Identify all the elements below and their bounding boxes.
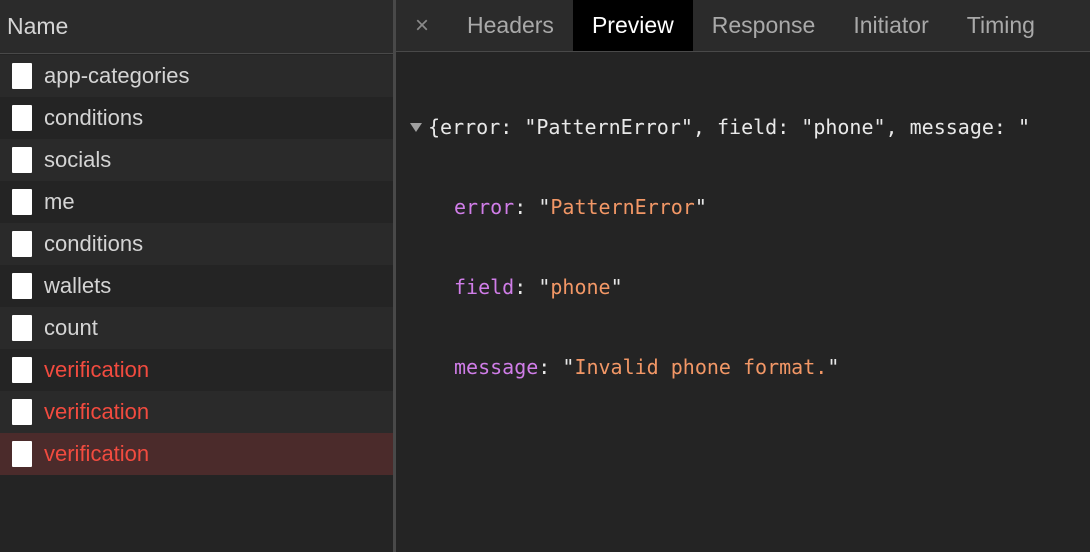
json-property: field: " phone " [396,271,1090,303]
request-name: me [44,189,75,214]
document-icon [12,189,32,215]
tab-timing[interactable]: Timing [948,0,1054,51]
request-row-error[interactable]: verification [0,391,393,433]
document-icon [12,147,32,173]
request-row[interactable]: conditions [0,223,393,265]
request-row-error[interactable]: verification [0,349,393,391]
request-name: verification [44,399,150,424]
request-name: app-categories [44,63,190,88]
request-row[interactable]: socials [0,139,393,181]
expand-triangle-icon[interactable] [410,122,422,132]
document-icon [12,315,32,341]
request-details-pane: × Headers Preview Response Initiator Tim… [396,0,1090,552]
request-row[interactable]: conditions [0,97,393,139]
request-list: app-categories conditions socials me con… [0,55,393,475]
request-name: conditions [44,231,144,256]
tab-initiator[interactable]: Initiator [834,0,947,51]
json-property: message: " Invalid phone format. " [396,351,1090,383]
document-icon [12,105,32,131]
name-column-label: Name [7,13,69,39]
close-icon[interactable]: × [396,0,448,51]
json-string-value: Invalid phone format. [574,355,828,379]
devtools-network-panel: Name app-categories conditions socials m… [0,0,1090,552]
request-name: socials [44,147,112,172]
json-string-value: PatternError [550,195,695,219]
document-icon [12,231,32,257]
json-string-value: phone [550,275,611,299]
request-list-pane: Name app-categories conditions socials m… [0,0,396,552]
json-preview: {error: "PatternError", field: "phone", … [396,63,1090,431]
json-key: field [454,275,515,299]
document-icon [12,273,32,299]
request-row[interactable]: count [0,307,393,349]
request-row[interactable]: app-categories [0,55,393,97]
document-icon [12,63,32,89]
request-row[interactable]: me [0,181,393,223]
request-row-selected[interactable]: verification [0,433,393,475]
tab-headers[interactable]: Headers [448,0,573,51]
tab-response[interactable]: Response [693,0,835,51]
json-summary-text: {error: "PatternError", field: "phone", … [428,115,1031,139]
document-icon [12,357,32,383]
details-tab-bar: × Headers Preview Response Initiator Tim… [396,0,1090,52]
json-key: message [454,355,539,379]
request-name: verification [44,357,150,382]
request-name: conditions [44,105,144,130]
json-key: error [454,195,515,219]
request-name: wallets [44,273,112,298]
tab-preview[interactable]: Preview [572,0,693,51]
json-property: error: " PatternError " [396,191,1090,223]
request-row[interactable]: wallets [0,265,393,307]
name-column-header[interactable]: Name [0,0,393,54]
document-icon [12,441,32,467]
document-icon [12,399,32,425]
request-name: count [44,315,98,340]
json-object-summary[interactable]: {error: "PatternError", field: "phone", … [396,111,1090,143]
request-name: verification [44,441,150,466]
